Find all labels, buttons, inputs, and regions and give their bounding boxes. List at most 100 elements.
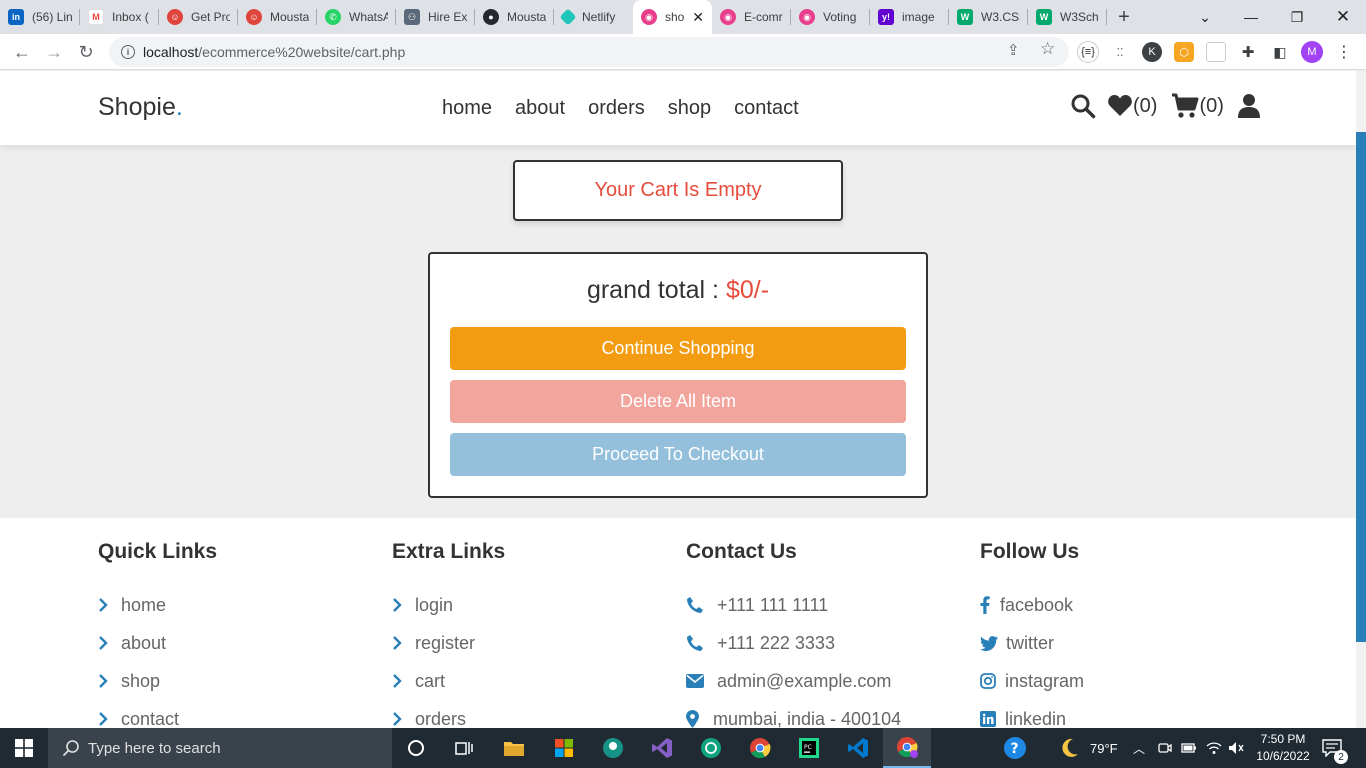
puzzle-extensions-icon[interactable]: ✚: [1238, 42, 1258, 62]
footer-social-link[interactable]: twitter: [980, 624, 1084, 662]
close-tab-icon[interactable]: ✕: [692, 9, 704, 26]
footer-link[interactable]: login: [392, 586, 505, 624]
json-extension-icon[interactable]: {≡}: [1077, 41, 1099, 63]
footer-link-label: cart: [415, 670, 446, 691]
tab-label: Inbox (: [112, 10, 149, 24]
contact-text: admin@example.com: [717, 670, 892, 691]
dots-extension-icon[interactable]: ⁚⁚: [1110, 42, 1130, 62]
weather-temp: 79°F: [1090, 740, 1118, 756]
taskbar-search[interactable]: Type here to search: [48, 728, 392, 768]
chrome-active-icon[interactable]: [883, 728, 931, 768]
browser-tab[interactable]: ✆ WhatsA: [317, 0, 396, 34]
file-explorer-icon[interactable]: [490, 728, 538, 768]
pycharm-icon[interactable]: PC: [785, 728, 833, 768]
chatgpt-icon[interactable]: [687, 728, 735, 768]
browser-tab[interactable]: W W3Sch: [1028, 0, 1107, 34]
hexagon-extension-icon[interactable]: ⬡: [1174, 42, 1194, 62]
browser-tab[interactable]: ⚇ Hire Ex: [396, 0, 475, 34]
browser-tab-active[interactable]: ◉ sho ✕: [633, 0, 712, 34]
taskbar-clock[interactable]: 7:50 PM 10/6/2022: [1254, 731, 1312, 765]
ms-store-icon[interactable]: [540, 728, 588, 768]
window-extension-icon[interactable]: [1206, 42, 1226, 62]
footer-link[interactable]: cart: [392, 662, 505, 700]
show-hidden-icons[interactable]: ︿: [1133, 728, 1145, 768]
taskbar-search-placeholder: Type here to search: [88, 739, 221, 757]
browser-tab[interactable]: Netlify: [554, 0, 633, 34]
nav-about[interactable]: about: [515, 97, 565, 120]
bookmark-star-icon[interactable]: ☆: [1040, 39, 1055, 59]
browser-tab[interactable]: W W3.CSS: [949, 0, 1028, 34]
share-icon[interactable]: ⇪: [1007, 41, 1020, 59]
battery-icon[interactable]: [1181, 728, 1197, 768]
checkout-button[interactable]: Proceed To Checkout: [450, 433, 906, 476]
browser-tab[interactable]: ◉ E-comr: [712, 0, 791, 34]
wishlist-link[interactable]: (0): [1107, 94, 1157, 118]
tab-search-button[interactable]: ⌄: [1182, 0, 1228, 34]
site-logo[interactable]: Shopie.: [98, 93, 183, 122]
user-icon[interactable]: [1237, 93, 1261, 119]
restore-button[interactable]: ❐: [1274, 0, 1320, 34]
envelope-icon: [686, 674, 717, 688]
notifications-icon[interactable]: 2: [1322, 728, 1348, 768]
page-scrollbar-thumb[interactable]: [1356, 132, 1366, 642]
footer-social-link[interactable]: facebook: [980, 586, 1084, 624]
weather-widget[interactable]: 79°F: [1058, 728, 1118, 768]
browser-tab[interactable]: y! image: [870, 0, 949, 34]
footer-contact-item[interactable]: +111 111 1111: [686, 586, 901, 624]
gitkraken-icon[interactable]: [589, 728, 637, 768]
cortana-icon[interactable]: [392, 728, 440, 768]
browser-tab[interactable]: ☺ Get Pro: [159, 0, 238, 34]
wifi-icon[interactable]: [1206, 728, 1222, 768]
browser-tab[interactable]: in (56) Lin: [0, 0, 80, 34]
reload-button[interactable]: ↻: [70, 36, 102, 68]
site-info-icon[interactable]: i: [121, 45, 135, 59]
footer-social-link[interactable]: instagram: [980, 662, 1084, 700]
back-button[interactable]: ←: [6, 36, 38, 68]
footer-contact-item[interactable]: admin@example.com: [686, 662, 901, 700]
continue-shopping-button[interactable]: Continue Shopping: [450, 327, 906, 370]
chrome-icon[interactable]: [736, 728, 784, 768]
people-icon: ⚇: [404, 9, 420, 25]
meet-now-icon[interactable]: [1158, 728, 1172, 768]
nav-shop[interactable]: shop: [668, 97, 711, 120]
k-extension-icon[interactable]: K: [1142, 42, 1162, 62]
social-label: linkedin: [1005, 708, 1067, 729]
delete-all-button[interactable]: Delete All Item: [450, 380, 906, 423]
help-icon[interactable]: ?: [1003, 728, 1027, 768]
footer-link[interactable]: shop: [98, 662, 217, 700]
instagram-icon: [980, 673, 1005, 689]
browser-tab[interactable]: ☺ Mousta: [238, 0, 317, 34]
browser-tab[interactable]: M Inbox (: [80, 0, 159, 34]
vscode-icon[interactable]: [834, 728, 882, 768]
footer-link[interactable]: about: [98, 624, 217, 662]
browser-menu-icon[interactable]: ⋮: [1334, 42, 1354, 62]
new-tab-button[interactable]: +: [1107, 0, 1141, 34]
search-icon[interactable]: [1070, 93, 1096, 119]
tab-label: Get Pro: [191, 10, 230, 24]
svg-text:PC: PC: [804, 744, 812, 751]
phone-icon: [686, 596, 717, 614]
start-button[interactable]: [0, 728, 48, 768]
side-panel-icon[interactable]: ◧: [1270, 42, 1290, 62]
grand-total-value: $0/-: [725, 276, 770, 304]
footer-follow: Follow Us facebook twitter instagram lin…: [980, 540, 1084, 738]
nav-orders[interactable]: orders: [588, 97, 645, 120]
forward-button[interactable]: →: [38, 36, 70, 68]
browser-tab[interactable]: ● Mousta: [475, 0, 554, 34]
footer-link[interactable]: home: [98, 586, 217, 624]
footer-contact-item[interactable]: +111 222 3333: [686, 624, 901, 662]
nav-contact[interactable]: contact: [734, 97, 798, 120]
cart-link[interactable]: (0): [1171, 93, 1224, 119]
browser-tab[interactable]: ◉ Voting: [791, 0, 870, 34]
minimize-button[interactable]: —: [1228, 0, 1274, 34]
logo-text: Shopie: [98, 93, 176, 121]
volume-icon[interactable]: [1228, 728, 1244, 768]
chevron-right-icon: [392, 636, 415, 650]
visual-studio-icon[interactable]: [638, 728, 686, 768]
footer-link[interactable]: register: [392, 624, 505, 662]
address-bar[interactable]: i localhost/ecommerce%20website/cart.php: [109, 37, 1069, 67]
close-window-button[interactable]: ✕: [1320, 0, 1366, 34]
nav-home[interactable]: home: [442, 97, 492, 120]
task-view-icon[interactable]: [440, 728, 488, 768]
profile-avatar[interactable]: M: [1301, 41, 1323, 63]
